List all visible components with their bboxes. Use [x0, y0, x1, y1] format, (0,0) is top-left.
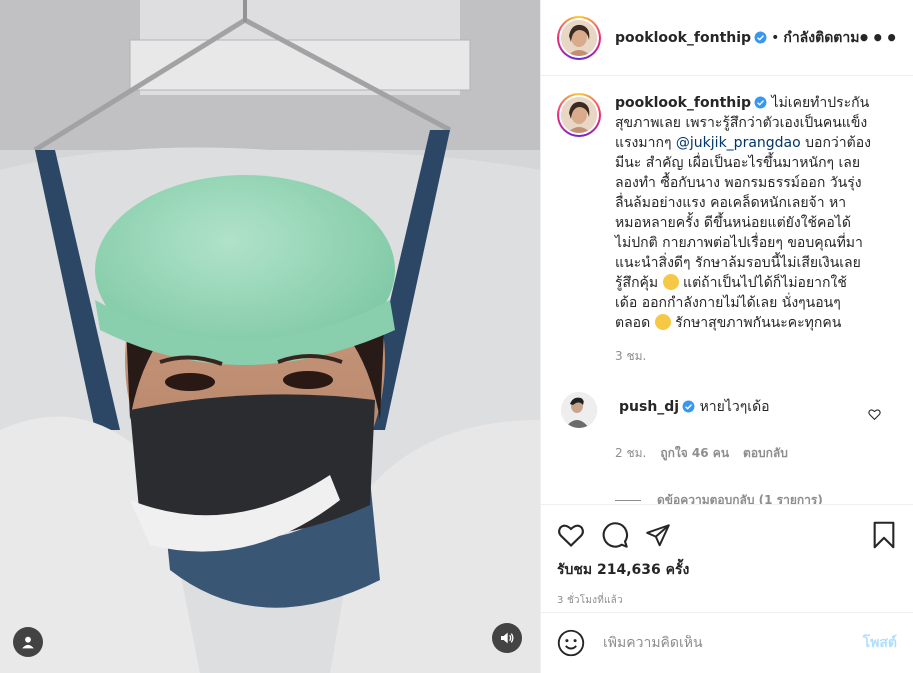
tagged-user-button[interactable] [13, 627, 43, 657]
verified-badge-icon [682, 400, 695, 413]
verified-badge-icon [754, 96, 767, 109]
caption-line: มีนะ สำคัญ เผื่อเป็นอะไรขึ้นมาหนักๆ เลย [615, 155, 861, 171]
avatar-image [561, 19, 597, 56]
comment-body: หายไวๆเด้อ [699, 399, 770, 415]
caption-timestamp: 3 ชม. [615, 349, 647, 363]
more-horizontal-icon[interactable]: ••• [858, 26, 899, 50]
replies-divider-line [615, 500, 641, 501]
bookmark-icon [873, 521, 895, 549]
comment-reply-button[interactable]: ตอบกลับ [743, 444, 788, 463]
post-header: pooklook_fonthip • กำลังติดตาม ••• [541, 0, 913, 76]
paper-plane-icon [646, 524, 670, 547]
crying-emoji-icon [654, 314, 671, 330]
caption-line: สุขภาพเลย เพราะรู้สึกว่าตัวเองเป็นคนแข็ง [615, 115, 868, 131]
comment-meta: 2 ชม. ถูกใจ 46 คน ตอบกลับ [615, 444, 897, 463]
instagram-post-modal: pooklook_fonthip • กำลังติดตาม ••• pookl… [0, 0, 913, 673]
comment-likes-count[interactable]: ถูกใจ 46 คน [660, 444, 729, 463]
comment-bubble-icon [602, 522, 628, 548]
caption-line: ลองทำ ซื้อกับนาง พอกรมธรรม์ออก วันรุ่ง [615, 175, 862, 191]
caption-line: ตลอด [615, 315, 651, 331]
post-comment-button[interactable]: โพสต์ [863, 632, 897, 654]
caption-line: รู้สึกคุ้ม [615, 275, 659, 291]
comment-composer: โพสต์ [541, 612, 913, 673]
rofl-emoji-icon [662, 274, 679, 290]
comment-timestamp[interactable]: 2 ชม. [615, 444, 646, 463]
video-frame [0, 0, 540, 673]
comment-item: push_dj หายไวๆเด้อ [557, 392, 897, 428]
user-icon [22, 636, 34, 649]
post-side-panel: pooklook_fonthip • กำลังติดตาม ••• pookl… [540, 0, 913, 673]
caption-line: แนะนำสิ่งดีๆ รักษาล้มรอบนี้ไม่เสียเงินเล… [615, 255, 861, 271]
heart-icon [558, 524, 584, 547]
post-caption: pooklook_fonthip ไม่เคยทำประกัน สุขภาพเล… [557, 93, 897, 333]
heart-outline-icon [868, 409, 881, 421]
caption-line: หมอหลายครั้ง ดีขึ้นหน่อยแต่ยังใช้คอได้ [615, 215, 851, 231]
action-icons-row [557, 505, 897, 557]
comment-avatar[interactable] [561, 392, 597, 428]
caption-line: แรงมากๆ [615, 135, 672, 151]
caption-avatar[interactable] [557, 93, 601, 137]
emoji-picker-button[interactable] [557, 629, 585, 657]
save-button[interactable] [871, 521, 897, 549]
speaker-icon [501, 632, 514, 644]
comment-text: push_dj หายไวๆเด้อ [619, 398, 770, 428]
share-button[interactable] [645, 522, 671, 548]
comment-button[interactable] [601, 521, 629, 549]
view-replies-label: ดูข้อความตอบกลับ (1 รายการ) [657, 493, 823, 504]
caption-text: pooklook_fonthip ไม่เคยทำประกัน สุขภาพเล… [615, 93, 885, 333]
caption-line: รักษาสุขภาพกันนะคะทุกคน [675, 315, 842, 331]
post-timestamp[interactable]: 3 ชั่วโมงที่แล้ว [557, 593, 897, 608]
comments-area: pooklook_fonthip ไม่เคยทำประกัน สุขภาพเล… [541, 77, 913, 504]
verified-badge-icon [754, 31, 767, 44]
avatar-image [561, 97, 597, 133]
caption-line: แต่ถ้าเป็นไปได้ก็ไม่อยากใช้ [683, 275, 847, 291]
sound-toggle-button[interactable] [492, 623, 522, 653]
comment-input[interactable] [603, 635, 863, 651]
post-actions: รับชม 214,636 ครั้ง 3 ชั่วโมงที่แล้ว [541, 504, 913, 626]
view-count[interactable]: รับชม 214,636 ครั้ง [557, 559, 897, 581]
caption-mention-link[interactable]: @jukjik_prangdao [676, 135, 801, 151]
avatar-frame [559, 95, 599, 135]
caption-line: เด้อ ออกกำลังกายไม่ได้เลย นั่งๆนอนๆ [615, 295, 841, 311]
caption-username[interactable]: pooklook_fonthip [615, 95, 751, 111]
avatar-portrait [561, 392, 597, 428]
comment-username[interactable]: push_dj [619, 399, 679, 415]
caption-line: ไม่ปกติ กายภาพต่อไปเรื่อยๆ ขอบคุณที่มา [615, 235, 863, 251]
view-replies-button[interactable]: ดูข้อความตอบกลับ (1 รายการ) [615, 491, 897, 504]
caption-line: บอกว่าต้อง [805, 135, 871, 151]
post-video[interactable] [0, 0, 540, 673]
like-button[interactable] [557, 522, 585, 548]
caption-line: ไม่เคยทำประกัน [771, 95, 870, 111]
smiley-icon [557, 629, 585, 657]
avatar[interactable] [557, 15, 601, 60]
avatar-portrait [561, 19, 597, 56]
avatar-portrait [561, 97, 597, 133]
caption-line: ลื่นล้มอย่างแรง คอเคล็ดหนักเลยจ้า หา [615, 195, 847, 211]
separator-dot: • [771, 29, 780, 46]
comment-like-heart-icon[interactable] [868, 406, 881, 425]
avatar-frame [559, 17, 599, 58]
follow-status-button[interactable]: กำลังติดตาม [783, 27, 859, 49]
header-username[interactable]: pooklook_fonthip [615, 30, 751, 46]
